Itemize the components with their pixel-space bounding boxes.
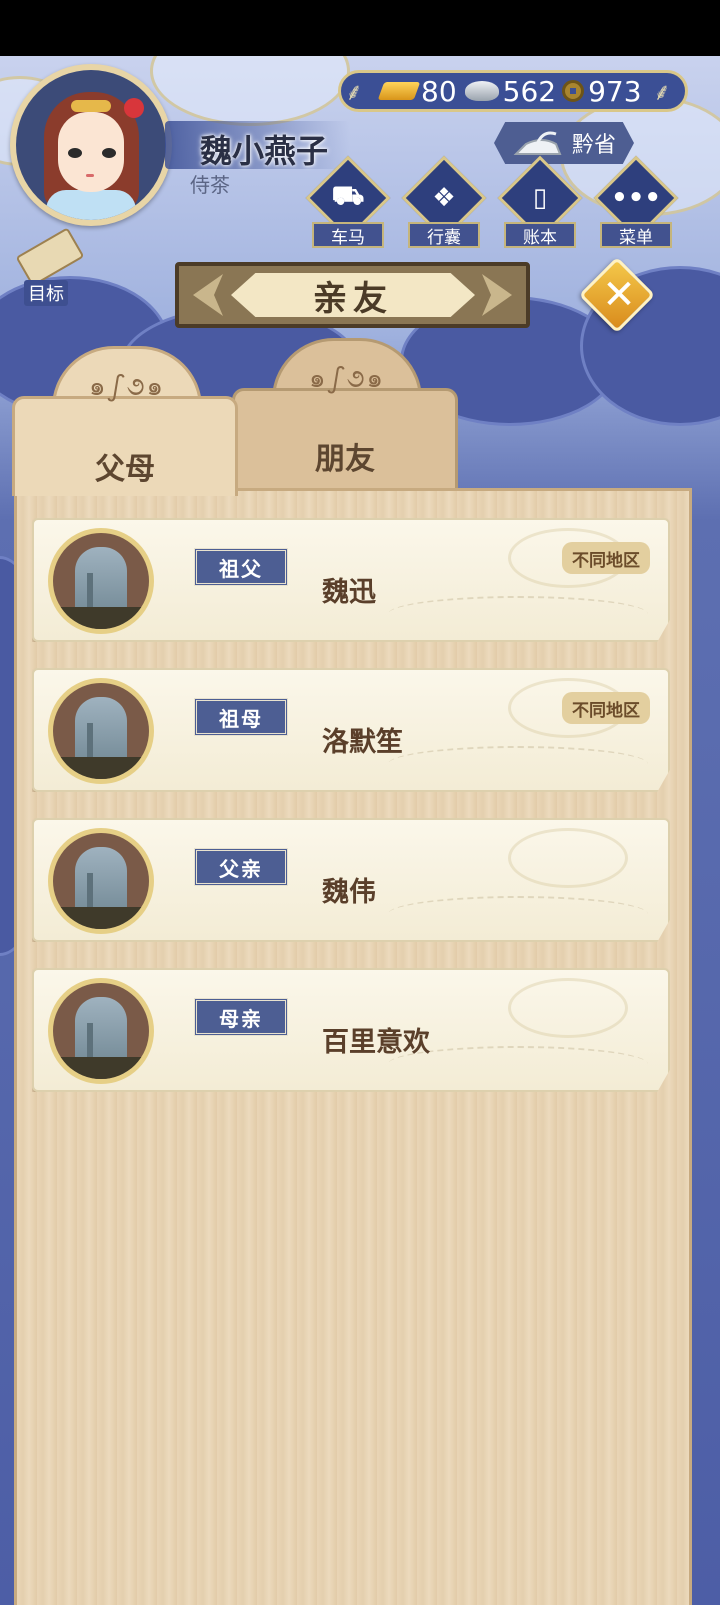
region-badge: 不同地区 [562, 692, 650, 724]
coin-amount: 973 [588, 74, 642, 108]
iron-icon [513, 131, 562, 155]
nav-carriage-button[interactable]: ⛟ 车马 [305, 155, 391, 248]
goal-button[interactable]: 目标 [10, 227, 86, 314]
player-avatar[interactable] [10, 64, 172, 226]
tombstone-portrait [48, 978, 154, 1084]
relation-badge: 祖母 [194, 698, 288, 736]
ledger-icon: ▯ [532, 183, 548, 213]
relative-name: 百里意欢 [322, 1027, 430, 1058]
chevron-right-icon [482, 274, 512, 316]
bundle-icon: ❖ [432, 183, 456, 213]
cloud-decoration [150, 56, 350, 126]
flower-hairpin-icon [124, 98, 144, 118]
relation-badge: 母亲 [194, 998, 288, 1036]
swirl-ornament-icon: ๑ഽ૭๑ [88, 372, 166, 402]
tombstone-portrait [48, 678, 154, 784]
player-title: 侍茶 [190, 173, 230, 197]
nav-label: 行囊 [408, 222, 480, 248]
nav-label: 账本 [504, 222, 576, 248]
currency-bar: ⸙ 80 562 973 ⸙ [338, 70, 688, 112]
relation-badge: 父亲 [194, 848, 288, 886]
tab-friends-label: 朋友 [315, 442, 375, 477]
tombstone-portrait [48, 528, 154, 634]
relative-name: 洛默笙 [322, 727, 403, 758]
relative-card[interactable]: 母亲 百里意欢 [32, 968, 670, 1092]
scroll-icon [15, 227, 85, 287]
goal-label: 目标 [24, 280, 68, 306]
relative-name: 魏伟 [322, 877, 376, 908]
nav-label: 菜单 [600, 222, 672, 248]
nav-label: 车马 [312, 222, 384, 248]
copper-coin-icon [562, 80, 585, 102]
nav-menu-button[interactable]: ••• 菜单 [593, 155, 679, 248]
bamboo-left-icon: ⸙ [345, 78, 363, 106]
gold-ingot-icon [377, 82, 421, 100]
chevron-left-icon [193, 274, 223, 316]
avatar-portrait [16, 70, 166, 220]
gold-amount: 80 [421, 74, 457, 108]
relative-card[interactable]: 祖母 洛默笙 不同地区 [32, 668, 670, 792]
carriage-icon: ⛟ [331, 181, 365, 211]
silver-amount: 562 [502, 74, 557, 108]
relative-card[interactable]: 父亲 魏伟 [32, 818, 670, 942]
swirl-ornament-icon: ๑ഽ૭๑ [308, 364, 386, 394]
more-icon: ••• [611, 183, 661, 213]
game-scene: 魏小燕子 侍茶 ⸙ 80 562 973 ⸙ 黔省 ⛟ 车马 ❖ 行囊 ▯ 账本… [0, 56, 720, 1605]
tab-friends[interactable]: ๑ഽ૭๑ 朋友 [232, 338, 458, 498]
page-title-banner: 亲友 [175, 262, 530, 328]
relative-name: 魏迅 [322, 577, 376, 608]
tab-parents[interactable]: ๑ഽ૭๑ 父母 [12, 346, 238, 496]
bamboo-right-icon: ⸙ [653, 78, 671, 106]
region-badge: 不同地区 [562, 542, 650, 574]
tombstone-portrait [48, 828, 154, 934]
nav-ledger-button[interactable]: ▯ 账本 [497, 155, 583, 248]
relative-card[interactable]: 祖父 魏迅 不同地区 [32, 518, 670, 642]
silver-ingot-icon [464, 81, 499, 101]
page-title: 亲友 [231, 273, 475, 317]
nav-bundle-button[interactable]: ❖ 行囊 [401, 155, 487, 248]
relation-badge: 祖父 [194, 548, 288, 586]
region-label: 黔省 [571, 133, 616, 158]
status-bar [0, 0, 720, 56]
close-icon: ✕ [602, 272, 636, 318]
region-tag[interactable]: 黔省 [494, 122, 634, 164]
tab-parents-label: 父母 [95, 452, 155, 487]
